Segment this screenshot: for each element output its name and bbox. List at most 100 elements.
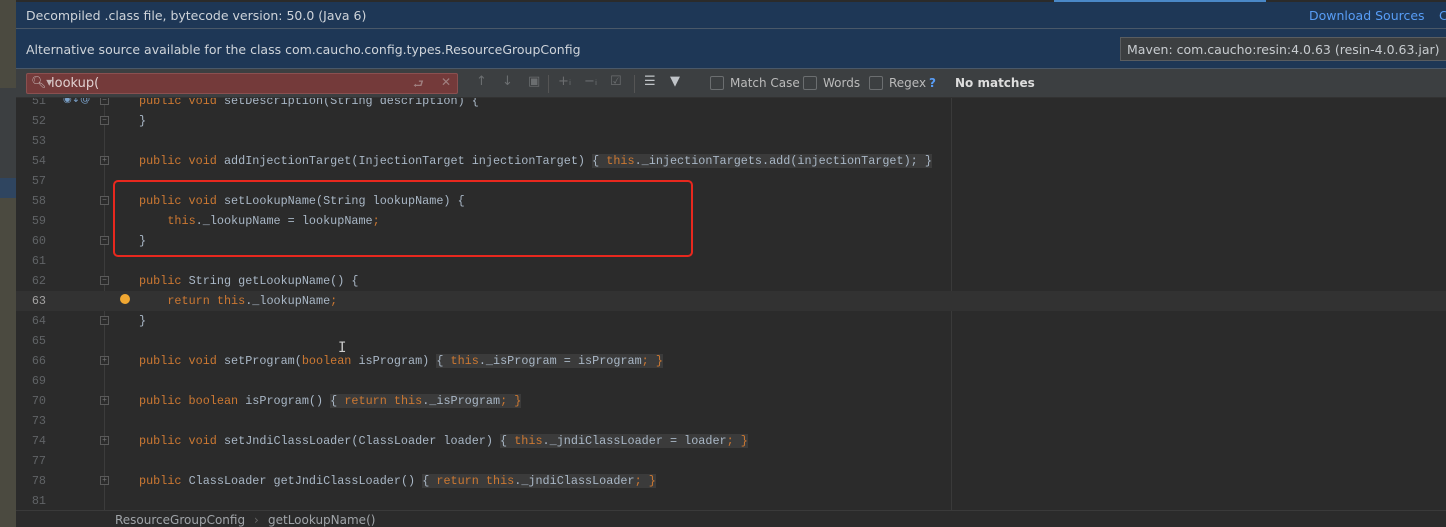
keyword[interactable]: return this [436,474,515,488]
folded-region[interactable]: { [592,154,607,168]
line-number: 69 [31,374,46,388]
folded-region[interactable]: { [330,394,345,408]
keyword[interactable]: ; } [634,474,656,488]
code-text: } [139,111,146,131]
code-line[interactable]: 66 + public void setProgram(boolean isProg… [16,351,1446,371]
code-token: } [139,114,147,128]
download-sources-link[interactable]: Download Sources [1309,8,1425,23]
tool-window-strip [0,0,16,527]
line-number: 74 [31,434,46,448]
search-field[interactable]: 🔍︎▾ ⮐ ✕ [26,73,458,94]
code-text: } [139,311,146,331]
folded-region[interactable]: ._isProgram [422,394,501,408]
line-number: 70 [31,394,46,408]
code-line[interactable]: 77 [16,451,1446,471]
find-bar: 🔍︎▾ ⮐ ✕ ↑ ↓ ▣ +ᵢ −ᵢ ☑ ☰ ▼ Match Case Wor… [16,69,1446,98]
code-line[interactable]: 51 − public void setDescription(String des… [16,98,1446,111]
keyword: public void [139,354,224,368]
code-token: setProgram( [223,354,302,368]
keyword[interactable]: this [514,434,543,448]
expand-fold-icon[interactable]: + [100,396,109,405]
add-occurrence-icon[interactable]: +ᵢ [558,74,571,89]
folded-region[interactable]: { [500,434,515,448]
code-token: setJndiClassLoader(ClassLoader loader) [223,434,501,448]
words-label[interactable]: Words [823,76,860,90]
line-number: 61 [31,254,46,268]
filter-search-results-icon[interactable]: ☰ [644,74,656,89]
code-token: ClassLoader getJndiClassLoader() [188,474,423,488]
next-occurrence-icon[interactable]: ↓ [502,74,513,89]
keyword[interactable]: ; } [500,394,522,408]
folded-region[interactable]: } [917,154,932,168]
filter-icon[interactable]: ▼ [670,74,680,89]
code-text: public boolean isProgram() { return this… [139,391,522,411]
new-line-icon[interactable]: ⮐ [413,75,424,96]
collapse-fold-icon[interactable]: − [100,116,109,125]
line-number: 54 [31,154,46,168]
code-line[interactable]: 64 −} [16,311,1446,331]
code-line[interactable]: 62 − public String getLookupName() { [16,271,1446,291]
collapse-fold-icon[interactable]: − [100,276,109,285]
code-token: ._lookupName [245,294,331,308]
code-text: public void setJndiClassLoader(ClassLoad… [139,431,748,451]
keyword[interactable]: this [606,154,635,168]
code-line[interactable]: 52 −} [16,111,1446,131]
collapse-fold-icon[interactable]: − [100,316,109,325]
words-checkbox[interactable] [803,76,817,90]
regex-checkbox[interactable] [869,76,883,90]
search-input[interactable] [51,75,411,92]
folded-region[interactable]: ._jndiClassLoader [514,474,635,488]
breadcrumb: ResourceGroupConfig › getLookupName() [16,510,1446,527]
collapse-fold-icon[interactable]: − [100,98,109,105]
code-text: public void setDescription(String descri… [139,98,479,111]
folded-region[interactable]: { [436,354,451,368]
match-case-checkbox[interactable] [710,76,724,90]
expand-fold-icon[interactable]: + [100,356,109,365]
keyword: public void [139,434,224,448]
expand-fold-icon[interactable]: + [100,156,109,165]
expand-fold-icon[interactable]: + [100,476,109,485]
keyword[interactable]: ; } [726,434,748,448]
line-number: 73 [31,414,46,428]
code-line[interactable]: 63 return this._lookupName; [16,291,1446,311]
folded-region[interactable]: ._injectionTargets.add(injectionTarget); [634,154,918,168]
code-line[interactable]: 54 + public void addInjectionTarget(Inject… [16,151,1446,171]
regex-help-icon[interactable]: ? [929,76,936,90]
choose-sources-link[interactable]: C [1439,8,1446,23]
folded-region[interactable]: ._jndiClassLoader = loader [542,434,727,448]
line-number: 66 [31,354,46,368]
regex-label[interactable]: Regex [889,76,926,90]
breadcrumb-method[interactable]: getLookupName() [268,513,375,527]
code-line[interactable]: 69 [16,371,1446,391]
keyword[interactable]: return this [344,394,423,408]
keyword[interactable]: this [450,354,479,368]
code-editor[interactable]: ◉↓@ 51− public void setDescription(String… [16,98,1446,510]
select-all-occurrences-icon[interactable]: ☑ [610,74,622,89]
code-line[interactable]: 53 [16,131,1446,151]
maven-source-select[interactable]: Maven: com.caucho:resin:4.0.63 (resin-4.… [1120,37,1446,61]
lightbulb-icon[interactable] [120,294,130,304]
code-line[interactable]: 78 + public ClassLoader getJndiClassLoader… [16,471,1446,491]
folded-region[interactable]: { [422,474,437,488]
find-in-window-icon[interactable]: ▣ [528,74,540,89]
clear-icon[interactable]: ✕ [441,75,451,89]
expand-fold-icon[interactable]: + [100,436,109,445]
code-line[interactable]: 81 [16,491,1446,510]
keyword[interactable]: ; } [641,354,663,368]
line-number: 58 [31,194,46,208]
search-icon[interactable]: 🔍︎▾ [31,75,52,89]
keyword: return this [167,294,246,308]
previous-occurrence-icon[interactable]: ↑ [476,74,487,89]
collapse-fold-icon[interactable]: − [100,196,109,205]
remove-occurrence-icon[interactable]: −ᵢ [584,74,597,89]
code-line[interactable]: 73 [16,411,1446,431]
breadcrumb-class[interactable]: ResourceGroupConfig [115,513,245,527]
collapse-fold-icon[interactable]: − [100,236,109,245]
folded-region[interactable]: ._isProgram = isProgram [478,354,642,368]
code-text: public void addInjectionTarget(Injection… [139,151,932,171]
code-line[interactable]: 74 + public void setJndiClassLoader(ClassL… [16,431,1446,451]
code-line[interactable]: 70 + public boolean isProgram() { return t… [16,391,1446,411]
code-line[interactable]: 65 [16,331,1446,351]
text-cursor: I [338,340,347,356]
match-case-label[interactable]: Match Case [730,76,800,90]
